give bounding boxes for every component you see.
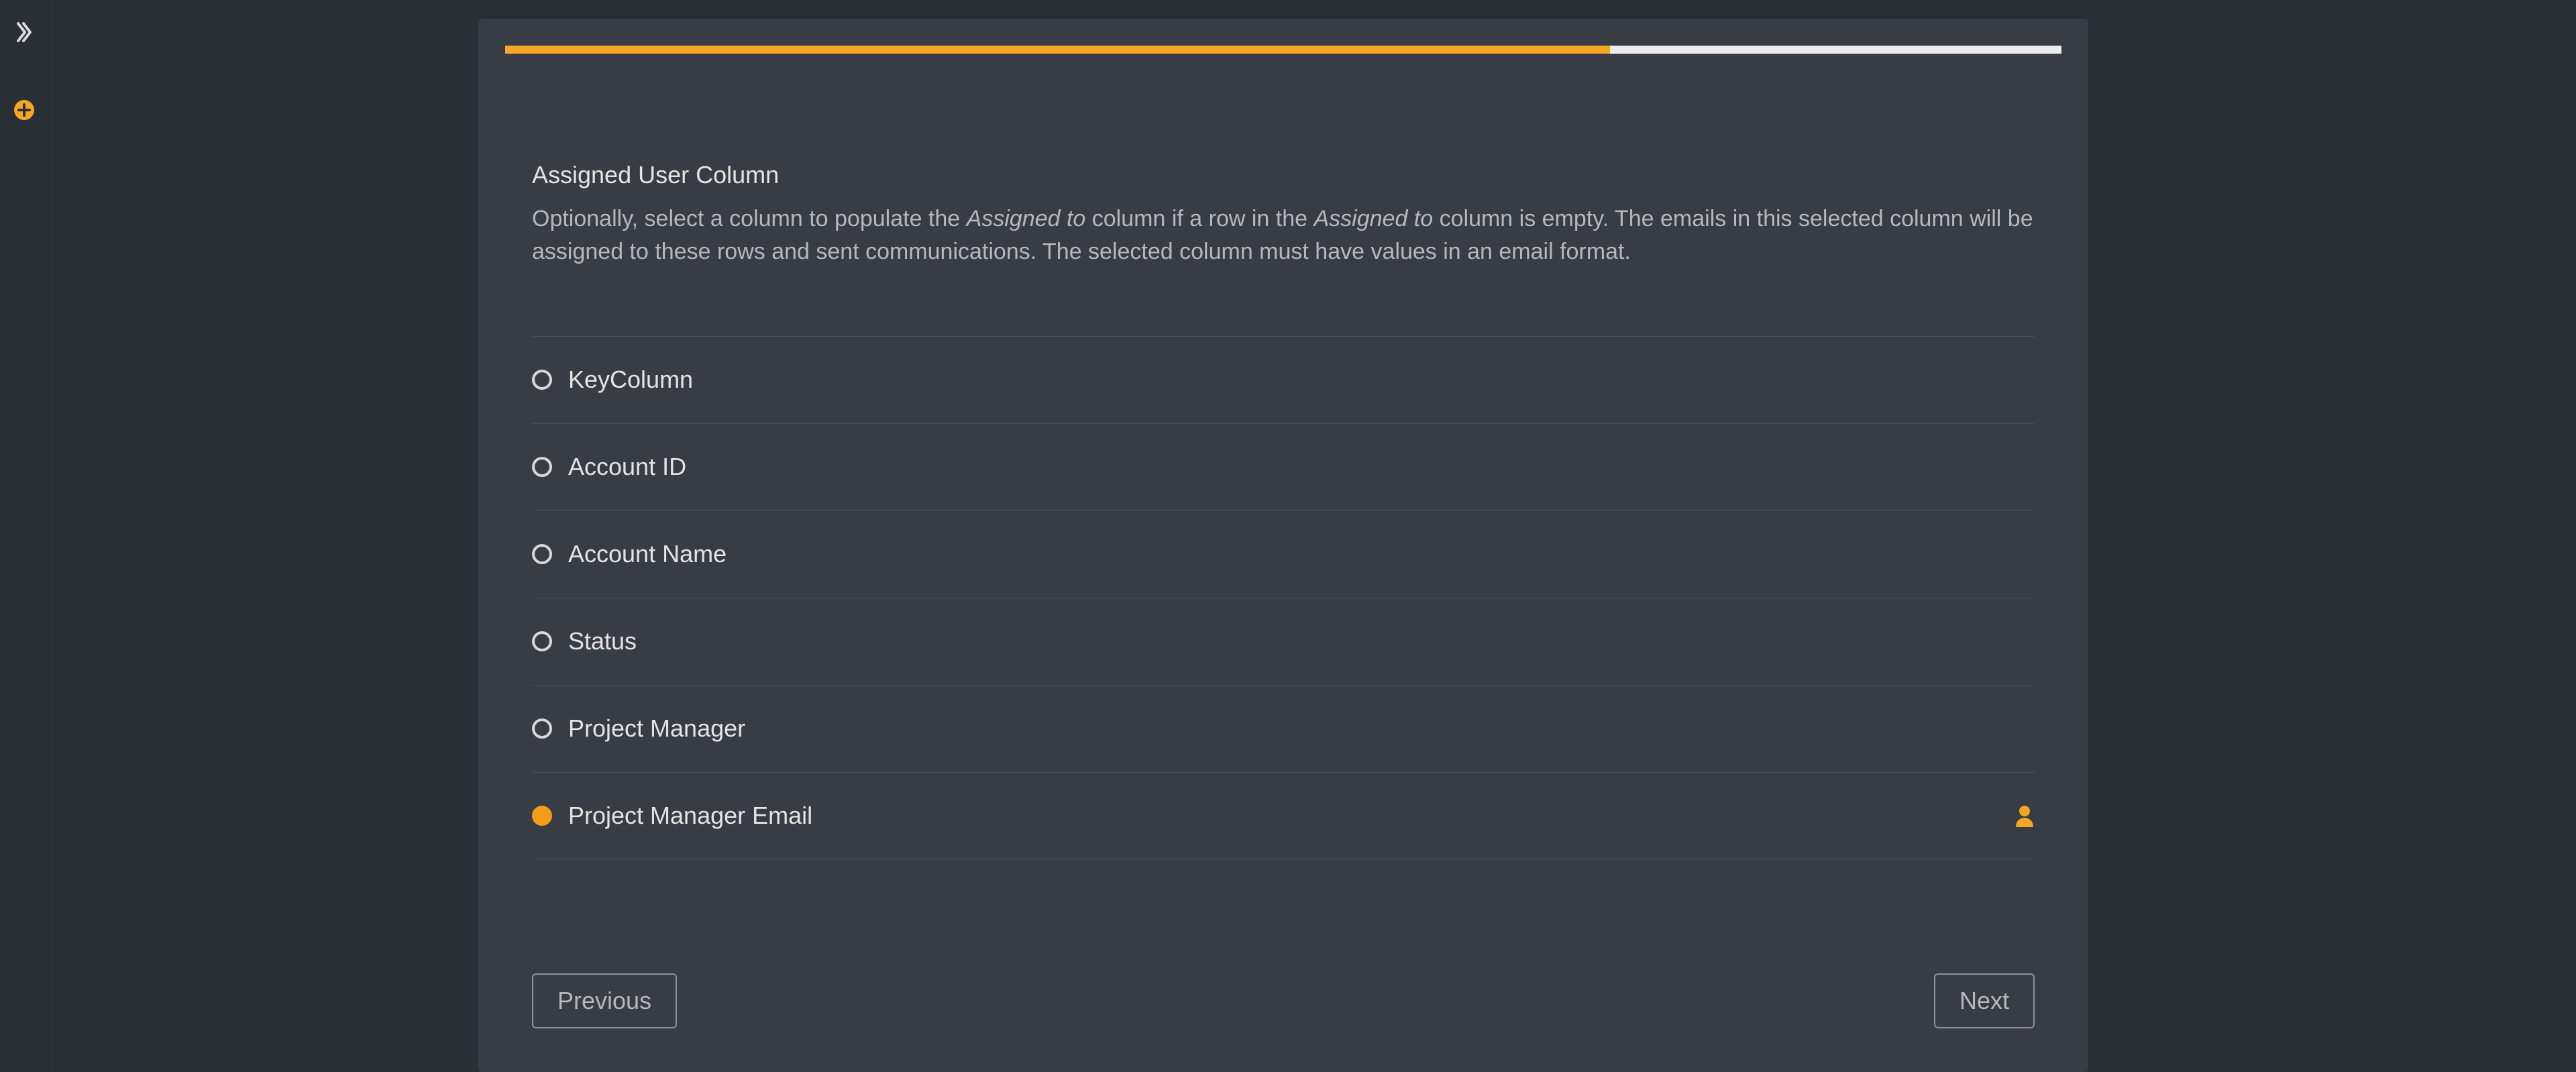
option-left: Status [532,627,637,655]
option-label: KeyColumn [568,366,693,394]
next-button[interactable]: Next [1934,973,2035,1028]
column-option[interactable]: Account ID [532,423,2035,511]
column-option[interactable]: Status [532,598,2035,685]
wizard-panel: Assigned User Column Optionally, select … [478,19,2088,1072]
progress-fill [505,46,1610,54]
option-left: Project Manager [532,714,745,743]
column-option[interactable]: KeyColumn [532,336,2035,423]
sidebar-rail [0,0,49,1072]
column-option[interactable]: Project Manager Email [532,772,2035,859]
option-label: Account Name [568,540,727,568]
section-title: Assigned User Column [532,161,2035,189]
option-left: KeyColumn [532,366,693,394]
panel-content: Assigned User Column Optionally, select … [478,54,2088,859]
add-icon[interactable] [12,98,36,122]
option-left: Project Manager Email [532,802,812,830]
wizard-footer: Previous Next [478,973,2088,1028]
desc-part: Optionally, select a column to populate … [532,206,967,231]
column-option[interactable]: Account Name [532,511,2035,598]
radio-indicator[interactable] [532,370,552,390]
user-icon [2015,804,2035,827]
option-label: Project Manager [568,714,745,743]
section-description: Optionally, select a column to populate … [532,203,2035,269]
desc-italic: Assigned to [1313,206,1433,231]
option-left: Account ID [532,453,686,481]
desc-italic: Assigned to [967,206,1086,231]
option-left: Account Name [532,540,727,568]
expand-sidebar-icon[interactable] [12,20,36,44]
desc-part: column if a row in the [1085,206,1313,231]
previous-button[interactable]: Previous [532,973,677,1028]
option-label: Status [568,627,637,655]
main-area: Assigned User Column Optionally, select … [49,0,2576,1072]
radio-indicator[interactable] [532,631,552,651]
option-label: Account ID [568,453,686,481]
radio-indicator[interactable] [532,806,552,826]
column-option[interactable]: Project Manager [532,685,2035,772]
column-options-list: KeyColumn Account ID Account Name Status Pro… [532,336,2035,859]
progress-bar [505,46,2061,54]
radio-indicator[interactable] [532,544,552,564]
radio-indicator[interactable] [532,718,552,739]
radio-indicator[interactable] [532,457,552,477]
option-label: Project Manager Email [568,802,812,830]
